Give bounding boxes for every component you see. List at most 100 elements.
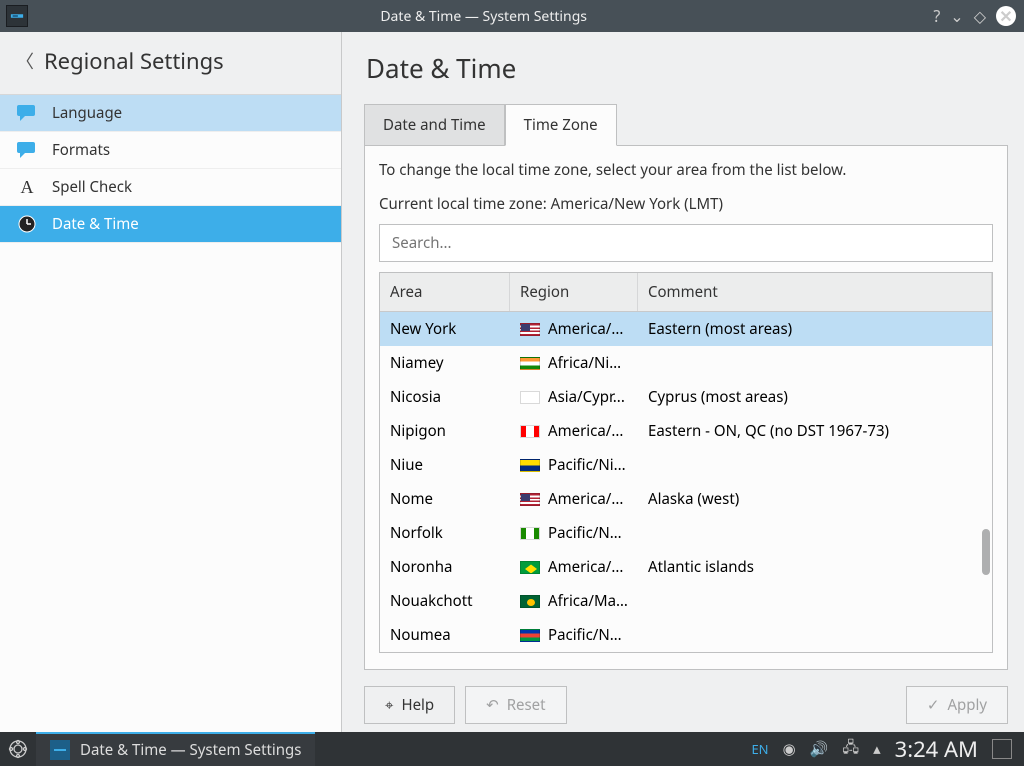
main-panel: Date & Time Date and Time Time Zone To c… xyxy=(342,32,1024,732)
cell-region: Pacific/No... xyxy=(510,516,638,550)
cell-comment xyxy=(638,356,992,370)
timezone-table: Area Region Comment New YorkAmerica/...E… xyxy=(379,272,993,653)
col-header-area[interactable]: Area xyxy=(380,273,510,311)
sidebar-back[interactable]: 〈 Regional Settings xyxy=(0,32,341,95)
help-icon[interactable]: ? xyxy=(933,5,940,27)
sidebar-item-label: Formats xyxy=(52,140,110,160)
tab-time-zone[interactable]: Time Zone xyxy=(505,104,617,146)
system-tray: EN ◉ 🔊 🖧 ▴ 3:24 AM xyxy=(751,734,1024,764)
search-input[interactable] xyxy=(379,224,993,262)
cell-comment xyxy=(638,594,992,608)
cell-comment xyxy=(638,628,992,642)
window-title: Date & Time — System Settings xyxy=(34,7,933,26)
table-row[interactable]: NorfolkPacific/No... xyxy=(380,516,992,550)
cell-region: Pacific/Ne... xyxy=(510,618,638,652)
reset-button-label: Reset xyxy=(507,695,546,715)
help-button[interactable]: ⌖ Help xyxy=(364,686,455,724)
cell-area: Norfolk xyxy=(380,516,510,550)
flag-icon xyxy=(520,425,540,438)
speech-bubble-icon xyxy=(16,141,38,159)
updates-icon[interactable]: ◉ xyxy=(783,739,796,759)
clock-icon xyxy=(16,215,38,233)
clock[interactable]: 3:24 AM xyxy=(895,734,978,764)
flag-icon xyxy=(520,561,540,574)
cell-region: America/... xyxy=(510,414,638,448)
minimize-icon[interactable]: ⌄ xyxy=(950,5,963,27)
sidebar-item-label: Date & Time xyxy=(52,214,139,234)
table-row[interactable]: NipigonAmerica/...Eastern - ON, QC (no D… xyxy=(380,414,992,448)
cell-region: America/... xyxy=(510,550,638,584)
cell-region: Africa/Nig... xyxy=(510,346,638,380)
close-icon[interactable]: ✕ xyxy=(996,6,1016,26)
cell-comment xyxy=(638,458,992,472)
task-label: Date & Time — System Settings xyxy=(80,740,301,760)
app-icon xyxy=(6,5,28,27)
flag-icon xyxy=(520,357,540,370)
scrollbar[interactable] xyxy=(978,309,990,648)
cell-area: Nome xyxy=(380,482,510,516)
help-button-label: Help xyxy=(401,695,434,715)
titlebar: Date & Time — System Settings ? ⌄ ◇ ✕ xyxy=(0,0,1024,32)
cell-region: America/... xyxy=(510,312,638,346)
flag-icon xyxy=(520,595,540,608)
table-row[interactable]: NoronhaAmerica/...Atlantic islands xyxy=(380,550,992,584)
cell-area: Nouakchott xyxy=(380,584,510,618)
cell-area: Niamey xyxy=(380,346,510,380)
network-icon[interactable]: 🖧 xyxy=(842,737,859,762)
flag-icon xyxy=(520,493,540,506)
cell-area: Nipigon xyxy=(380,414,510,448)
sidebar-item-language[interactable]: Language xyxy=(0,95,341,132)
table-header: Area Region Comment xyxy=(380,273,992,312)
cell-region: Asia/Cypr... xyxy=(510,380,638,414)
tab-panel-timezone: To change the local time zone, select yo… xyxy=(364,145,1008,670)
flag-icon xyxy=(520,391,540,404)
sidebar-header-label: Regional Settings xyxy=(44,46,224,76)
volume-icon[interactable]: 🔊 xyxy=(810,739,829,759)
table-row[interactable]: NiameyAfrica/Nig... xyxy=(380,346,992,380)
cell-area: Noumea xyxy=(380,618,510,652)
apply-button-label: Apply xyxy=(947,695,987,715)
page-title: Date & Time xyxy=(366,50,1008,86)
tray-expand-icon[interactable]: ▴ xyxy=(873,739,881,759)
flag-icon xyxy=(520,459,540,472)
help-button-icon: ⌖ xyxy=(385,695,393,715)
table-row[interactable]: NicosiaAsia/Cypr...Cyprus (most areas) xyxy=(380,380,992,414)
sidebar-item-spellcheck[interactable]: A Spell Check xyxy=(0,169,341,206)
instruction-text: To change the local time zone, select yo… xyxy=(379,160,993,180)
table-row[interactable]: NiuePacific/Ni... xyxy=(380,448,992,482)
cell-area: Nicosia xyxy=(380,380,510,414)
sidebar-item-formats[interactable]: Formats xyxy=(0,132,341,169)
check-icon: ✓ xyxy=(927,695,940,715)
apply-button[interactable]: ✓ Apply xyxy=(906,686,1008,724)
table-row[interactable]: NomeAmerica/...Alaska (west) xyxy=(380,482,992,516)
letter-a-icon: A xyxy=(16,178,38,196)
sidebar-item-datetime[interactable]: Date & Time xyxy=(0,206,341,243)
keyboard-layout-indicator[interactable]: EN xyxy=(751,740,768,758)
col-header-region[interactable]: Region xyxy=(510,273,638,311)
taskbar: Date & Time — System Settings EN ◉ 🔊 🖧 ▴… xyxy=(0,732,1024,766)
table-row[interactable]: New YorkAmerica/...Eastern (most areas) xyxy=(380,312,992,346)
speech-bubble-icon xyxy=(16,104,38,122)
table-row[interactable]: NouakchottAfrica/Ma... xyxy=(380,584,992,618)
col-header-comment[interactable]: Comment xyxy=(638,273,992,311)
taskbar-task[interactable]: Date & Time — System Settings xyxy=(36,732,315,766)
tabs: Date and Time Time Zone xyxy=(364,104,1008,146)
cell-comment: Atlantic islands xyxy=(638,550,992,584)
sidebar-item-label: Spell Check xyxy=(52,177,132,197)
action-bar: ⌖ Help ↶Reset ✓ Apply xyxy=(364,686,1008,724)
sidebar-item-label: Language xyxy=(52,103,122,123)
sidebar: 〈 Regional Settings Language Formats A S… xyxy=(0,32,342,732)
flag-icon xyxy=(520,323,540,336)
show-desktop-button[interactable] xyxy=(992,739,1012,759)
start-button[interactable] xyxy=(0,732,36,766)
tab-date-and-time[interactable]: Date and Time xyxy=(364,104,505,146)
maximize-icon[interactable]: ◇ xyxy=(974,5,986,27)
reset-button[interactable]: ↶Reset xyxy=(465,686,566,724)
cell-area: New York xyxy=(380,312,510,346)
cell-area: Noronha xyxy=(380,550,510,584)
flag-icon xyxy=(520,629,540,642)
table-row[interactable]: NoumeaPacific/Ne... xyxy=(380,618,992,652)
flag-icon xyxy=(520,527,540,540)
cell-region: Africa/Ma... xyxy=(510,584,638,618)
scrollbar-thumb[interactable] xyxy=(982,529,990,575)
